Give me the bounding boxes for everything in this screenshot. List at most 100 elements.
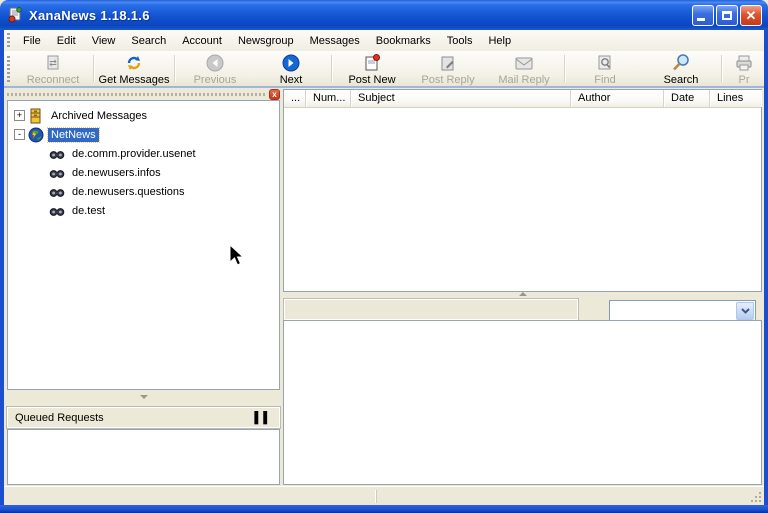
queued-requests-title: Queued Requests <box>15 412 104 424</box>
post-reply-button[interactable]: Post Reply <box>410 51 486 86</box>
previous-icon <box>205 53 225 73</box>
right-splitter[interactable] <box>283 292 762 297</box>
tree-label[interactable]: de.test <box>69 204 108 218</box>
globe-icon <box>28 127 45 143</box>
search-icon <box>671 53 691 73</box>
column-lines[interactable]: Lines <box>710 90 761 107</box>
minimize-icon <box>697 18 705 21</box>
menu-newsgroup[interactable]: Newsgroup <box>230 33 302 49</box>
print-icon <box>734 53 754 73</box>
message-subject-bar <box>284 299 578 320</box>
minimize-button[interactable] <box>692 5 714 26</box>
svg-text:⇄: ⇄ <box>49 58 57 68</box>
column-subject[interactable]: Subject <box>351 90 571 107</box>
archive-icon <box>28 108 45 124</box>
post-reply-icon <box>438 53 458 73</box>
get-messages-button[interactable]: Get Messages <box>96 51 172 86</box>
find-button[interactable]: Find <box>567 51 643 86</box>
window-border-left <box>0 30 4 513</box>
tree-row-newsgroup[interactable]: de.comm.provider.usenet <box>8 144 279 163</box>
message-list-header: ... Num... Subject Author Date Lines <box>284 90 761 108</box>
tree-row-newsgroup[interactable]: de.test <box>8 201 279 220</box>
mail-reply-button[interactable]: Mail Reply <box>486 51 562 86</box>
app-icon <box>7 7 23 23</box>
message-area: ... Num... Subject Author Date Lines <box>283 89 762 486</box>
reconnect-button[interactable]: ⇄ Reconnect <box>15 51 91 86</box>
menu-edit[interactable]: Edit <box>49 33 84 49</box>
binoculars-icon <box>49 146 66 162</box>
toolbar-separator <box>174 55 175 82</box>
menu-tools[interactable]: Tools <box>439 33 481 49</box>
message-list[interactable]: ... Num... Subject Author Date Lines <box>283 89 762 292</box>
app-window: XanaNews 1.18.1.6 ✕ File Edit View Searc… <box>0 0 768 513</box>
window-title: XanaNews 1.18.1.6 <box>29 8 150 23</box>
maximize-button[interactable] <box>716 5 738 26</box>
binoculars-icon <box>49 184 66 200</box>
title-bar[interactable]: XanaNews 1.18.1.6 ✕ <box>0 0 768 30</box>
tree-label[interactable]: de.newusers.questions <box>69 185 188 199</box>
get-messages-icon <box>124 53 144 73</box>
column-number[interactable]: Num... <box>306 90 351 107</box>
status-divider <box>375 490 377 503</box>
menu-file[interactable]: File <box>15 33 49 49</box>
post-new-button[interactable]: Post New <box>334 51 410 86</box>
column-date[interactable]: Date <box>664 90 710 107</box>
binoculars-icon <box>49 165 66 181</box>
queued-requests-list[interactable] <box>7 429 280 485</box>
toolbar-grip[interactable] <box>7 56 10 82</box>
tree-label-selected[interactable]: NetNews <box>48 128 99 142</box>
splitter-down-icon <box>140 395 148 399</box>
toolbar-separator <box>564 55 565 82</box>
panel-close-button[interactable]: x <box>269 89 280 100</box>
tree-row-netnews[interactable]: - NetNews <box>8 125 279 144</box>
combobox-dropdown-button[interactable] <box>736 302 754 320</box>
tree-row-archived[interactable]: + Archived Messages <box>8 106 279 125</box>
menu-help[interactable]: Help <box>480 33 519 49</box>
panel-close-icon: x <box>272 90 276 99</box>
menu-account[interactable]: Account <box>174 33 230 49</box>
combobox-value <box>610 301 735 321</box>
menu-bookmarks[interactable]: Bookmarks <box>368 33 439 49</box>
message-header-strip <box>283 292 762 320</box>
message-filter-combobox[interactable] <box>609 300 756 322</box>
tree-label[interactable]: de.newusers.infos <box>69 166 164 180</box>
find-icon <box>595 53 615 73</box>
message-body-pane[interactable] <box>283 320 762 485</box>
print-button[interactable]: Pr <box>724 51 764 86</box>
toolbar: ⇄ Reconnect Get Messages Previous <box>4 51 764 88</box>
menu-view[interactable]: View <box>84 33 124 49</box>
menu-bar: File Edit View Search Account Newsgroup … <box>4 30 764 51</box>
chevron-down-icon <box>741 308 750 314</box>
menubar-grip[interactable] <box>7 33 10 48</box>
column-flag[interactable]: ... <box>284 90 306 107</box>
collapse-minus-icon[interactable]: - <box>14 129 25 140</box>
next-button[interactable]: Next <box>253 51 329 86</box>
tree-row-newsgroup[interactable]: de.newusers.infos <box>8 163 279 182</box>
window-border-bottom <box>0 505 768 513</box>
column-author[interactable]: Author <box>571 90 664 107</box>
resize-grip[interactable] <box>750 491 762 503</box>
queued-requests-header: Queued Requests ▌▌ <box>7 407 280 428</box>
toolbar-separator <box>721 55 722 82</box>
mail-reply-icon <box>514 53 534 73</box>
menu-search[interactable]: Search <box>123 33 174 49</box>
tree-label[interactable]: de.comm.provider.usenet <box>69 147 199 161</box>
left-splitter[interactable] <box>7 394 280 400</box>
window-border-right <box>764 30 768 513</box>
expand-plus-icon[interactable]: + <box>14 110 25 121</box>
binoculars-icon <box>49 203 66 219</box>
tree-label[interactable]: Archived Messages <box>48 109 150 123</box>
toolbar-separator <box>331 55 332 82</box>
tree-row-newsgroup[interactable]: de.newusers.questions <box>8 182 279 201</box>
pause-icon[interactable]: ▌▌ <box>254 412 272 424</box>
folder-panel-grip[interactable]: x <box>7 89 280 99</box>
close-button[interactable]: ✕ <box>740 5 762 26</box>
search-button[interactable]: Search <box>643 51 719 86</box>
menu-messages[interactable]: Messages <box>302 33 368 49</box>
mouse-cursor <box>229 244 245 268</box>
post-new-icon <box>362 53 382 73</box>
next-icon <box>281 53 301 73</box>
previous-button[interactable]: Previous <box>177 51 253 86</box>
status-bar <box>4 486 764 505</box>
grip-dots <box>7 93 265 96</box>
